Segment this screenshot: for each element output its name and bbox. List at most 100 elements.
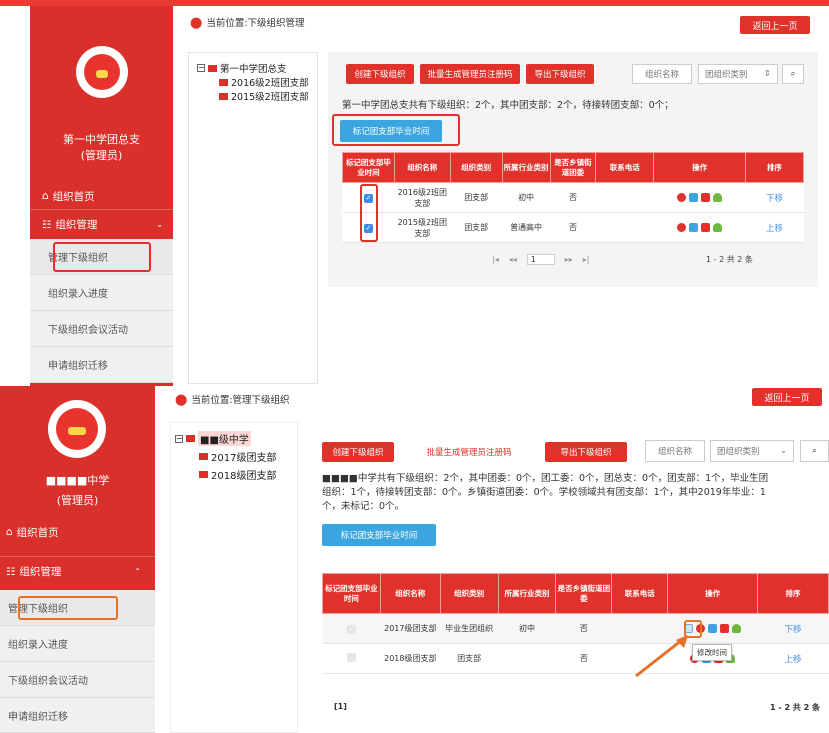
col-header: 所属行业类别 <box>501 152 551 183</box>
org-type-select[interactable]: 团组织类别 ⇕ <box>698 64 778 84</box>
move-up-link[interactable]: 上移 <box>785 655 802 665</box>
first-page-icon[interactable]: |◂ <box>492 255 499 264</box>
sidebar-role: (管理员) <box>56 494 99 507</box>
summary-line: 个，未标记：0个。 <box>322 501 405 512</box>
sidebar-item-label: 组织首页 <box>16 526 59 539</box>
sidebar-subitem-entry-progress[interactable]: 组织录入进度 <box>0 626 155 662</box>
tree-root[interactable]: − ■■级中学 <box>175 431 251 446</box>
delete-icon[interactable] <box>701 223 711 232</box>
highlight-box <box>18 596 118 620</box>
tree-child[interactable]: 2018级团支部 <box>199 467 276 482</box>
search-icon[interactable]: ⌕ <box>800 440 829 462</box>
cell-name: 2017级团支部 <box>380 613 441 644</box>
location-pin-icon: ⬤ <box>190 15 203 29</box>
delete-icon[interactable] <box>720 624 730 633</box>
mark-graduation-button[interactable]: 标记团支部毕业时间 <box>322 524 436 546</box>
tooltip: 修改时间 <box>692 644 732 661</box>
col-header: 组织类别 <box>439 573 499 614</box>
file-icon <box>219 92 228 100</box>
tree-root-label: ■■级中学 <box>198 431 251 446</box>
collapse-icon[interactable]: − <box>197 64 205 72</box>
sidebar-org-name: ■■■■中学 <box>45 474 110 487</box>
folder-icon <box>208 64 217 72</box>
sidebar: ■■■■中学 (管理员) ⌂ 组织首页 ☷ 组织管理 ⌃ 管理下级组织 组织录入… <box>0 386 155 733</box>
file-icon <box>219 78 228 86</box>
highlight-box <box>53 242 151 272</box>
back-button[interactable]: 返回上一页 <box>740 16 810 34</box>
sidebar-item-label: 组织首页 <box>52 190 95 203</box>
col-header: 是否乡镇街道团委 <box>549 152 597 183</box>
select-value: 团组织类别 <box>717 447 760 457</box>
batch-code-button[interactable]: 批量生成管理员注册码 <box>404 442 534 462</box>
last-page-icon[interactable]: ▸| <box>583 255 590 264</box>
tree-root[interactable]: − 第一中学团总支 <box>197 61 287 75</box>
tree-child[interactable]: 2016级2班团支部 <box>219 75 309 89</box>
summary-text: ■■■■中学共有下级组织：2个，其中团委：0个，团工委：0个，团总支：0个，团支… <box>322 472 829 514</box>
batch-code-button[interactable]: 批量生成管理员注册码 <box>420 64 520 84</box>
admin-icon[interactable] <box>713 193 723 202</box>
admin-icon[interactable] <box>713 223 723 232</box>
org-name-input[interactable]: 组织名称 <box>645 440 705 462</box>
view-icon[interactable] <box>677 193 687 202</box>
table-row: ✓ 2015级2班团支部 团支部 普通高中 否 上移 <box>342 212 804 243</box>
sidebar: 第一中学团总支 (管理员) ⌂ 组织首页 ☷ 组织管理 ⌄ 管理下级组织 组织录… <box>30 6 173 386</box>
page-indicator[interactable]: [1] <box>334 702 347 711</box>
view-icon[interactable] <box>677 223 687 232</box>
prev-page-icon[interactable]: ◂◂ <box>509 255 517 264</box>
cell-type: 团支部 <box>450 182 503 213</box>
org-type-select[interactable]: 团组织类别 ⌄ <box>710 440 794 462</box>
create-sub-org-button[interactable]: 创建下级组织 <box>346 64 414 84</box>
breadcrumb: ⬤ 当前位置:下级组织管理 <box>190 15 305 30</box>
sub-org-table: 标记团支部毕业时间 组织名称 组织类别 所属行业类别 是否乡镇街道团委 联系电话… <box>342 152 804 243</box>
table-row: ✓ 2016级2班团支部 团支部 初中 否 下移 <box>342 182 804 213</box>
export-button[interactable]: 导出下级组织 <box>545 442 627 462</box>
sidebar-subitem-meetings[interactable]: 下级组织会议活动 <box>0 662 155 698</box>
sidebar-org-name: 第一中学团总支 <box>63 133 140 146</box>
cell-industry: 初中 <box>498 613 556 644</box>
chevron-up-icon: ⌃ <box>134 567 141 576</box>
page-input[interactable]: 1 <box>526 254 555 265</box>
checkbox[interactable] <box>346 653 356 662</box>
tree-child-label: 2018级团支部 <box>211 471 277 482</box>
screenshot-bottom-panel: ■■■■中学 (管理员) ⌂ 组织首页 ☷ 组织管理 ⌃ 管理下级组织 组织录入… <box>0 386 829 733</box>
col-header: 标记团支部毕业时间 <box>322 573 381 614</box>
sidebar-item-home[interactable]: ⌂ 组织首页 <box>0 522 155 542</box>
search-icon[interactable]: ⌕ <box>782 64 804 84</box>
col-header: 是否乡镇街道团委 <box>555 573 613 614</box>
org-tree-icon: ☷ <box>6 565 16 578</box>
tree-root-label: 第一中学团总支 <box>220 64 287 75</box>
create-sub-org-button[interactable]: 创建下级组织 <box>322 442 394 462</box>
move-down-link[interactable]: 下移 <box>766 194 783 204</box>
edit-icon[interactable] <box>689 223 699 232</box>
sidebar-item-org-manage[interactable]: ☷ 组织管理 ⌃ <box>0 556 155 586</box>
select-arrow-icon: ⇕ <box>763 69 771 79</box>
col-header: 所属行业类别 <box>497 573 557 614</box>
edit-icon[interactable] <box>708 624 718 633</box>
org-name-input[interactable]: 组织名称 <box>632 64 692 84</box>
collapse-icon[interactable]: − <box>175 434 183 443</box>
col-header: 排序 <box>745 152 804 183</box>
cell-type: 团支部 <box>440 643 499 674</box>
tree-child[interactable]: 2015级2班团支部 <box>219 89 309 103</box>
move-down-link[interactable]: 下移 <box>785 625 802 635</box>
checkbox[interactable]: ✓ <box>346 624 356 634</box>
sidebar-subitem-entry-progress[interactable]: 组织录入进度 <box>30 275 173 311</box>
export-button[interactable]: 导出下级组织 <box>526 64 594 84</box>
sidebar-item-home[interactable]: ⌂ 组织首页 <box>30 186 173 206</box>
summary-line: ■■■■中学共有下级组织：2个，其中团委：0个，团工委：0个，团总支：0个，团支… <box>322 473 769 484</box>
sidebar-subitem-meetings[interactable]: 下级组织会议活动 <box>30 311 173 347</box>
next-page-icon[interactable]: ▸▸ <box>565 255 573 264</box>
highlight-box <box>360 184 378 242</box>
sidebar-role: (管理员) <box>80 149 123 162</box>
delete-icon[interactable] <box>701 193 711 202</box>
cell-phone <box>595 182 654 213</box>
edit-icon[interactable] <box>689 193 699 202</box>
move-up-link[interactable]: 上移 <box>766 224 783 234</box>
sidebar-item-org-manage[interactable]: ☷ 组织管理 ⌄ <box>30 209 173 239</box>
back-button[interactable]: 返回上一页 <box>752 388 822 406</box>
admin-icon[interactable] <box>732 624 742 633</box>
sidebar-subitem-migration[interactable]: 申请组织迁移 <box>0 698 155 733</box>
sidebar-subitem-migration[interactable]: 申请组织迁移 <box>30 347 173 383</box>
home-icon: ⌂ <box>6 526 13 538</box>
tree-child[interactable]: 2017级团支部 <box>199 449 276 464</box>
